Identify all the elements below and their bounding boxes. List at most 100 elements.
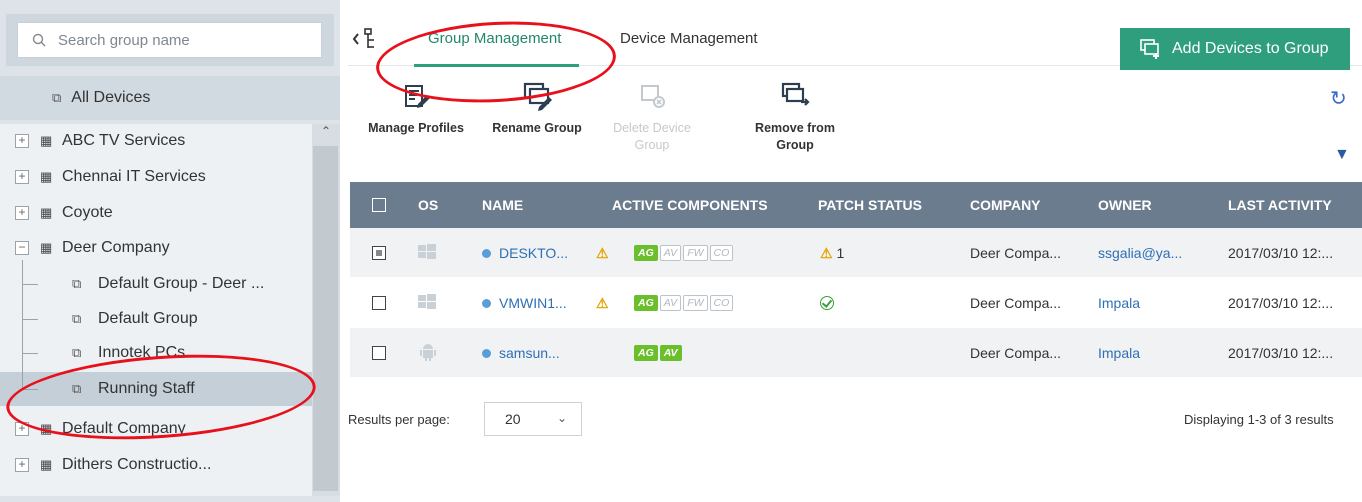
owner-link[interactable]: Impala xyxy=(1098,345,1140,361)
filter-icon[interactable]: ▼ xyxy=(1334,146,1350,164)
remove-from-group-icon xyxy=(781,82,810,106)
table-row[interactable]: samsun... AG AV Deer Compa... Impala 2017… xyxy=(350,328,1362,378)
column-last-activity[interactable]: LAST ACTIVITY xyxy=(1228,197,1332,213)
owner-link[interactable]: Impala xyxy=(1098,295,1140,311)
component-badge-co: CO xyxy=(709,245,734,261)
delete-group-label-2: Group xyxy=(634,138,670,152)
collapse-tree-icon[interactable] xyxy=(352,26,378,52)
device-name-link[interactable]: samsun... xyxy=(482,345,560,361)
tab-device-management[interactable]: Device Management xyxy=(620,30,758,47)
remove-from-group-label-1: Remove from xyxy=(755,121,835,135)
component-badge-ag: AG xyxy=(634,295,658,311)
tree-connector-line xyxy=(22,260,23,390)
patch-count: 1 xyxy=(836,245,845,261)
remove-from-group-label-2: Group xyxy=(776,138,814,152)
refresh-icon[interactable]: ↻ xyxy=(1330,86,1347,111)
devices-table: OS NAME ACTIVE COMPONENTS PATCH STATUS C… xyxy=(350,182,1362,378)
warning-icon: ⚠ xyxy=(596,295,609,311)
column-company[interactable]: COMPANY xyxy=(970,197,1041,213)
sidebar-scrollbar[interactable]: ⌃ xyxy=(312,124,340,496)
device-name-link[interactable]: VMWIN1... xyxy=(482,295,567,311)
tree-item-default-group[interactable]: ⧉ Default Group xyxy=(0,302,312,336)
active-components: AG AV xyxy=(634,343,684,361)
device-name: samsun... xyxy=(499,345,560,361)
results-per-page-value: 20 xyxy=(505,411,521,427)
add-devices-to-group-button[interactable]: Add Devices to Group xyxy=(1120,28,1350,70)
company-cell: Deer Compa... xyxy=(970,245,1062,261)
patch-status[interactable]: ⚠ 1 xyxy=(820,245,844,262)
table-row[interactable]: DESKTO... ⚠ AG AV FW CO ⚠ 1 Deer Compa... s… xyxy=(350,228,1362,278)
results-per-page-select[interactable]: 20 ⌄ xyxy=(484,402,582,436)
column-name[interactable]: NAME xyxy=(482,197,523,213)
group-icon: ⧉ xyxy=(72,276,82,291)
tree-item-default-group-deer[interactable]: ⧉ Default Group - Deer ... xyxy=(0,267,312,301)
device-name-link[interactable]: DESKTO... xyxy=(482,245,568,261)
column-owner[interactable]: OWNER xyxy=(1098,197,1152,213)
group-tree: + ▦ ABC TV Services + ▦ Chennai IT Servi… xyxy=(0,124,312,496)
collapse-icon[interactable]: − xyxy=(15,241,29,255)
group-icon: ⧉ xyxy=(72,311,82,326)
all-devices-item[interactable]: ⧉ All Devices xyxy=(0,76,340,120)
expand-icon[interactable]: + xyxy=(15,170,29,184)
active-components: AG AV FW CO xyxy=(634,293,735,311)
owner-link[interactable]: ssgalia@ya... xyxy=(1098,245,1182,261)
expand-icon[interactable]: + xyxy=(15,458,29,472)
patch-ok-icon[interactable] xyxy=(820,296,834,310)
company-cell: Deer Compa... xyxy=(970,345,1062,361)
status-dot xyxy=(482,349,491,358)
expand-icon[interactable]: + xyxy=(15,134,29,148)
delete-group-label-1: Delete Device xyxy=(613,121,691,135)
column-patch-status[interactable]: PATCH STATUS xyxy=(818,197,922,213)
column-active-components[interactable]: ACTIVE COMPONENTS xyxy=(612,197,768,213)
tree-item-label: Coyote xyxy=(62,204,113,221)
last-activity-cell: 2017/03/10 12:... xyxy=(1228,295,1334,311)
group-icon: ⧉ xyxy=(52,90,62,105)
add-devices-label: Add Devices to Group xyxy=(1172,40,1329,57)
group-icon: ⧉ xyxy=(72,345,82,360)
component-badge-fw: FW xyxy=(683,245,708,261)
rename-group-label: Rename Group xyxy=(492,121,582,135)
status-dot xyxy=(482,299,491,308)
tree-item-label: ABC TV Services xyxy=(62,132,186,149)
displaying-results-text: Displaying 1-3 of 3 results xyxy=(1184,412,1334,427)
table-footer: Results per page: 20 ⌄ Displaying 1-3 of… xyxy=(348,388,1362,448)
select-all-checkbox[interactable] xyxy=(372,198,386,212)
search-container xyxy=(6,14,334,66)
tree-item-label: Deer Company xyxy=(62,239,170,256)
component-badge-av: AV xyxy=(659,245,682,261)
tree-connector-line xyxy=(22,284,38,285)
remove-from-group-button[interactable]: Remove from Group xyxy=(740,80,850,154)
expand-icon[interactable]: + xyxy=(15,206,29,220)
row-checkbox[interactable] xyxy=(372,246,386,260)
building-icon: ▦ xyxy=(40,240,53,255)
windows-icon xyxy=(418,244,436,263)
search-input[interactable] xyxy=(58,31,308,49)
tree-item-label: Default Group xyxy=(98,310,198,327)
row-checkbox[interactable] xyxy=(372,296,386,310)
delete-device-group-button[interactable]: Delete Device Group xyxy=(602,80,702,154)
windows-icon xyxy=(418,294,436,313)
tree-connector-line xyxy=(22,353,38,354)
table-header: OS NAME ACTIVE COMPONENTS PATCH STATUS C… xyxy=(350,182,1362,228)
row-checkbox[interactable] xyxy=(372,346,386,360)
scrollbar-thumb[interactable] xyxy=(313,146,338,491)
android-icon xyxy=(420,342,436,365)
search-box[interactable] xyxy=(17,22,322,58)
tree-item-label: Dithers Constructio... xyxy=(62,456,212,473)
chevron-down-icon: ⌄ xyxy=(556,411,567,425)
warning-icon: ⚠ xyxy=(820,245,833,261)
chevron-up-icon[interactable]: ⌃ xyxy=(312,124,340,144)
results-per-page-label: Results per page: xyxy=(348,412,450,427)
device-name: DESKTO... xyxy=(499,245,568,261)
building-icon: ▦ xyxy=(40,205,53,220)
search-icon xyxy=(32,33,46,47)
component-badge-av: AV xyxy=(659,295,682,311)
last-activity-cell: 2017/03/10 12:... xyxy=(1228,345,1334,361)
component-badge-co: CO xyxy=(709,295,734,311)
add-device-icon xyxy=(1140,39,1159,59)
column-os[interactable]: OS xyxy=(418,197,438,213)
delete-group-icon xyxy=(641,85,665,108)
table-row[interactable]: VMWIN1... ⚠ AG AV FW CO Deer Compa... Impal… xyxy=(350,278,1362,328)
component-badge-ag: AG xyxy=(634,245,658,261)
all-devices-label: All Devices xyxy=(71,89,151,106)
